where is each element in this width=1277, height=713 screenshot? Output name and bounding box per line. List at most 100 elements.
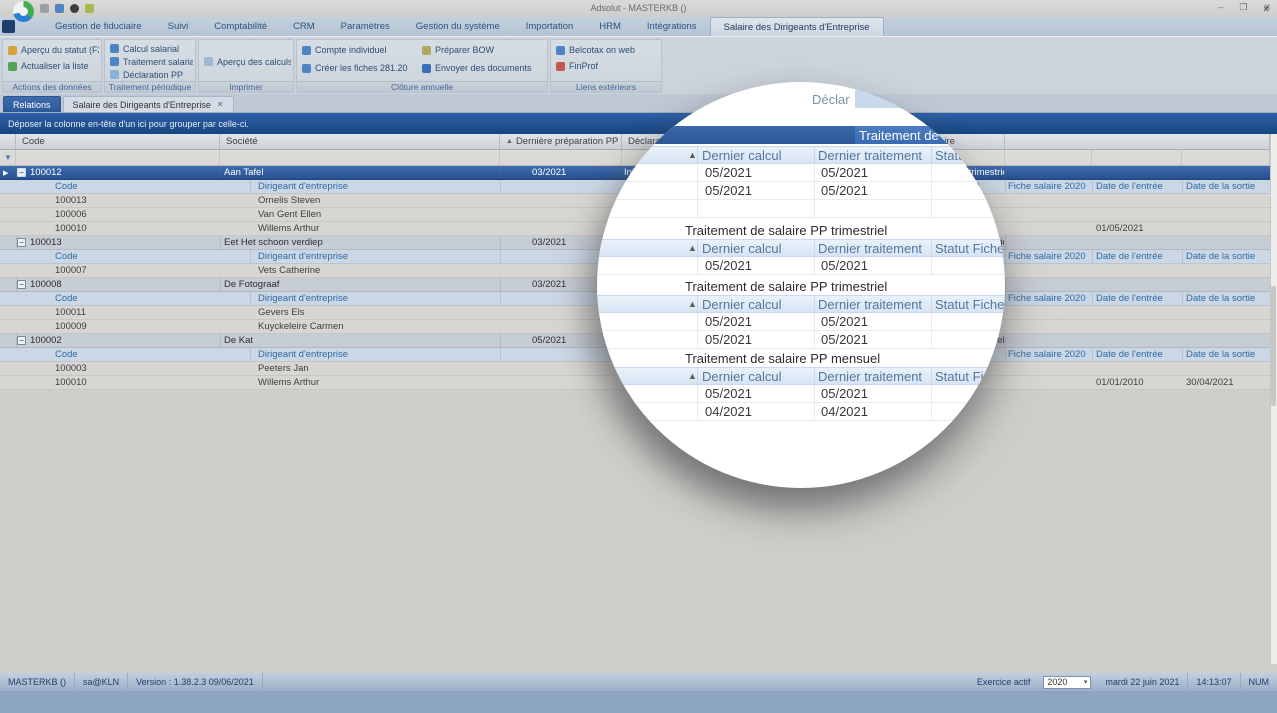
column-separator bbox=[1005, 180, 1006, 193]
detail-column-fiche-salaire[interactable]: Fiche salaire 2020 bbox=[1008, 292, 1090, 305]
record-icon[interactable] bbox=[70, 4, 79, 13]
company-code: 100002 bbox=[30, 334, 215, 347]
detail-column-date-in[interactable]: Date de l'entrée bbox=[1096, 250, 1180, 263]
detail-column-fiche-salaire[interactable]: Fiche salaire 2020 bbox=[1008, 250, 1090, 263]
column-separator bbox=[697, 164, 698, 181]
selected-row-arrow-icon: ▶ bbox=[3, 169, 8, 177]
close-tab-strip-icon[interactable]: ✕ bbox=[1262, 4, 1270, 15]
exercise-select[interactable]: 2020 ▾ bbox=[1043, 676, 1091, 689]
ribbon-button-calcul-salarial[interactable]: Calcul salarial bbox=[110, 43, 193, 54]
app-menu-button[interactable] bbox=[2, 20, 15, 33]
pen-icon[interactable] bbox=[55, 4, 64, 13]
battery-icon[interactable] bbox=[85, 4, 94, 13]
ribbon-tab-salaire-des-dirigeants-d-entreprise[interactable]: Salaire des Dirigeants d'Entreprise bbox=[710, 17, 884, 36]
detail-column-fiche-salaire[interactable]: Fiche salaire 2020 bbox=[1008, 348, 1090, 361]
column-separator bbox=[1092, 250, 1093, 263]
column-separator bbox=[697, 368, 698, 384]
status-database: MASTERKB () bbox=[0, 673, 75, 691]
ribbon-button-compte-individuel[interactable]: Compte individuel bbox=[302, 43, 418, 57]
magnified-selected-row-left bbox=[597, 126, 855, 144]
exercise-label: Exercice actif bbox=[969, 673, 1039, 691]
collapse-icon[interactable]: − bbox=[17, 238, 26, 247]
company-name: De Fotograaf bbox=[224, 278, 498, 291]
ribbon-tab-importation[interactable]: Importation bbox=[513, 17, 587, 36]
detail-column-date-out[interactable]: Date de la sortie bbox=[1186, 348, 1268, 361]
minimize-button[interactable]: – bbox=[1218, 2, 1223, 13]
detail-column-date-in[interactable]: Date de l'entrée bbox=[1096, 180, 1180, 193]
vertical-scrollbar[interactable] bbox=[1270, 134, 1277, 664]
company-code: 100012 bbox=[30, 166, 215, 179]
close-tab-icon[interactable]: ✕ bbox=[217, 100, 224, 109]
detail-column-fiche-salaire[interactable]: Fiche salaire 2020 bbox=[1008, 180, 1090, 193]
detail-column-date-out[interactable]: Date de la sortie bbox=[1186, 292, 1268, 305]
collapse-icon[interactable]: − bbox=[17, 168, 26, 177]
document-tab-salaire-des-dirigeants-d-entreprise[interactable]: Salaire des Dirigeants d'Entreprise✕ bbox=[63, 96, 234, 112]
detail-column-date-out[interactable]: Date de la sortie bbox=[1186, 250, 1268, 263]
detail-column-date-in[interactable]: Date de l'entrée bbox=[1096, 348, 1180, 361]
ribbon-group-items: Aperçu du statut (F2)▾ Actualiser la list… bbox=[8, 43, 99, 80]
ribbon-button-apercu-du-statut-f2[interactable]: Aperçu du statut (F2)▾ bbox=[8, 43, 99, 57]
ribbon-tab-parametres[interactable]: Paramètres bbox=[328, 17, 403, 36]
detail-column-date-out[interactable]: Date de la sortie bbox=[1186, 180, 1268, 193]
ribbon-group-label: Actions des données bbox=[3, 81, 101, 92]
ribbon-button-declaration-pp[interactable]: Déclaration PP bbox=[110, 69, 193, 80]
column-separator bbox=[500, 236, 501, 249]
column-separator bbox=[250, 180, 251, 193]
collapse-icon[interactable]: − bbox=[17, 336, 26, 345]
refresh-icon bbox=[8, 62, 17, 71]
column-separator bbox=[1182, 180, 1183, 193]
scrollbar-thumb[interactable] bbox=[1271, 286, 1276, 406]
ribbon-button-traitement-salarial[interactable]: Traitement salarial bbox=[110, 56, 193, 67]
title-bar: Adsolut - MASTERKB () – ❐ ✕ bbox=[0, 0, 1277, 17]
filter-cell[interactable] bbox=[1005, 150, 1092, 165]
column-separator bbox=[1182, 292, 1183, 305]
detail-column-name[interactable]: Dirigeant d'entreprise bbox=[258, 348, 498, 361]
ribbon-button-creer-les-fiches-281-20[interactable]: Créer les fiches 281.20 bbox=[302, 61, 418, 75]
detail-column-name[interactable]: Dirigeant d'entreprise bbox=[258, 180, 498, 193]
ribbon-tab-comptabilite[interactable]: Comptabilité bbox=[201, 17, 280, 36]
collapse-icon[interactable]: − bbox=[17, 280, 26, 289]
detail-column-code[interactable]: Code bbox=[55, 348, 245, 361]
ribbon-button-apercu-des-calculs[interactable]: Aperçu des calculs bbox=[204, 55, 291, 69]
detail-column-name[interactable]: Dirigeant d'entreprise bbox=[258, 292, 498, 305]
document-tab-relations[interactable]: Relations bbox=[3, 96, 61, 112]
status-date: mardi 22 juin 2021 bbox=[1097, 673, 1188, 691]
ribbon-tab-crm[interactable]: CRM bbox=[280, 17, 328, 36]
filter-cell[interactable] bbox=[1092, 150, 1182, 165]
ribbon-button-belcotax-on-web[interactable]: Belcotax on web bbox=[556, 43, 659, 57]
director-name: Ornelis Steven bbox=[258, 194, 498, 207]
ribbon-tab-hrm[interactable]: HRM bbox=[586, 17, 634, 36]
ribbon-button-preparer-bow[interactable]: Préparer BOW bbox=[422, 43, 545, 57]
detail-column-code[interactable]: Code bbox=[55, 180, 245, 193]
ribbon-button-finprof[interactable]: FinProf bbox=[556, 59, 659, 73]
maximize-button[interactable]: ❐ bbox=[1239, 2, 1247, 13]
filter-cell[interactable] bbox=[0, 150, 16, 165]
director-name: Van Gent Ellen bbox=[258, 208, 498, 221]
column-header-societe[interactable]: Société bbox=[220, 134, 500, 149]
ribbon-group-label: Imprimer bbox=[199, 81, 293, 92]
detail-column-date-in[interactable]: Date de l'entrée bbox=[1096, 292, 1180, 305]
ribbon-tab-gestion-de-fiduciaire[interactable]: Gestion de fiduciaire bbox=[42, 17, 155, 36]
individual-account-icon bbox=[302, 46, 311, 55]
card-icon[interactable] bbox=[40, 4, 49, 13]
ribbon-tab-integrations[interactable]: Intégrations bbox=[634, 17, 710, 36]
ribbon-tab-gestion-du-systeme[interactable]: Gestion du système bbox=[403, 17, 513, 36]
ribbon-tab-suivi[interactable]: Suivi bbox=[155, 17, 202, 36]
filter-cell[interactable] bbox=[220, 150, 500, 165]
magnified-last-calc-value: 04/2021 bbox=[705, 403, 752, 420]
magnified-column-last-calc: Dernier calcul bbox=[702, 240, 781, 256]
detail-column-name[interactable]: Dirigeant d'entreprise bbox=[258, 250, 498, 263]
ribbon-button-actualiser-la-liste[interactable]: Actualiser la liste bbox=[8, 59, 99, 73]
ribbon: Aperçu du statut (F2)▾ Actualiser la list… bbox=[0, 36, 1277, 94]
magnified-row: 04/202104/2021 bbox=[597, 403, 1005, 421]
column-header-label: Société bbox=[226, 136, 258, 147]
column-header-code[interactable]: Code bbox=[16, 134, 220, 149]
magnified-row: 05/202105/2021 bbox=[597, 182, 1005, 200]
filter-cell[interactable] bbox=[1182, 150, 1270, 165]
filter-cell[interactable] bbox=[16, 150, 220, 165]
sort-ascending-icon: ▲ bbox=[688, 296, 697, 312]
detail-column-code[interactable]: Code bbox=[55, 250, 245, 263]
ribbon-button-envoyer-des-documents[interactable]: Envoyer des documents bbox=[422, 61, 545, 75]
detail-column-code[interactable]: Code bbox=[55, 292, 245, 305]
application-window: { "window": { "title": "Adsolut - MASTER… bbox=[0, 0, 1277, 713]
